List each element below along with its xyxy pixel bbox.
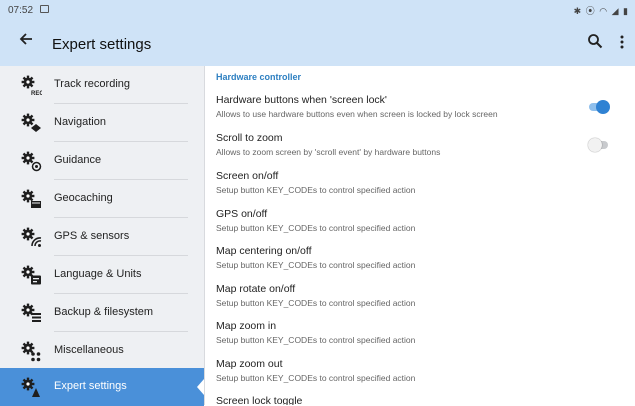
svg-text:REC: REC [31,91,42,96]
setting-map-rotate-on-off[interactable]: Map rotate on/off Setup button KEY_CODEs… [216,283,616,309]
status-icons: ✱ ⦿ ◠ ◢ ▮ [574,4,629,17]
setting-title: Map zoom out [216,358,283,370]
hardware-buttons-screen-lock-toggle[interactable] [588,100,610,114]
gps-sensors-icon [21,227,42,247]
search-icon[interactable] [587,33,603,54]
setting-title: GPS on/off [216,208,268,220]
sidebar-item-label: Language & Units [54,268,142,280]
toggle-thumb [588,138,602,152]
sidebar-item-label: Expert settings [54,380,127,392]
setting-screen-on-off[interactable]: Screen on/off Setup button KEY_CODEs to … [216,170,616,196]
sidebar-item-backup-filesystem[interactable]: Backup & filesystem [0,294,204,332]
sidebar-item-gps-sensors[interactable]: GPS & sensors [0,218,204,256]
sidebar-item-label: Track recording [54,78,131,90]
setting-map-centering-on-off[interactable]: Map centering on/off Setup button KEY_CO… [216,245,616,271]
location-icon: ⦿ [585,6,596,16]
sidebar-item-guidance[interactable]: Guidance [0,142,204,180]
setting-gps-on-off[interactable]: GPS on/off Setup button KEY_CODEs to con… [216,208,616,234]
track-recording-icon: REC [21,75,42,96]
setting-subtitle: Setup button KEY_CODEs to control specif… [216,223,416,233]
navigation-icon [21,113,41,132]
status-bar: 07:52 ✱ ⦿ ◠ ◢ ▮ [0,0,635,22]
gallery-icon [40,5,49,13]
sidebar-item-navigation[interactable]: Navigation [0,104,204,142]
more-vert-icon[interactable] [619,35,625,54]
sidebar-item-geocaching[interactable]: Geocaching [0,180,204,218]
toggle-thumb [596,100,610,114]
setting-subtitle: Setup button KEY_CODEs to control specif… [216,298,416,308]
bluetooth-icon: ✱ [573,6,583,16]
settings-sidebar: REC Track recording Navigation Guidance … [0,66,204,406]
wifi-icon: ◠ [599,6,609,16]
setting-hardware-buttons-screen-lock[interactable]: Hardware buttons when 'screen lock' Allo… [216,94,616,120]
app-bar: Expert settings [0,22,635,66]
expert-settings-icon [21,377,40,397]
signal-icon: ◢ [611,6,620,16]
sidebar-item-label: Miscellaneous [54,344,124,356]
setting-subtitle: Setup button KEY_CODEs to control specif… [216,335,416,345]
setting-subtitle: Setup button KEY_CODEs to control specif… [216,185,416,195]
setting-title: Scroll to zoom [216,132,283,144]
scroll-to-zoom-toggle[interactable] [588,138,610,152]
setting-subtitle: Allows to zoom screen by 'scroll event' … [216,147,441,157]
page-title: Expert settings [52,36,152,53]
language-units-icon [21,265,41,285]
setting-title: Screen lock toggle [216,395,303,405]
setting-title: Hardware buttons when 'screen lock' [216,94,387,106]
geocaching-icon [21,189,41,208]
setting-title: Map centering on/off [216,245,312,257]
setting-map-zoom-in[interactable]: Map zoom in Setup button KEY_CODEs to co… [216,320,616,346]
setting-map-zoom-out[interactable]: Map zoom out Setup button KEY_CODEs to c… [216,358,616,384]
sidebar-item-label: GPS & sensors [54,230,130,242]
guidance-icon [21,151,42,172]
sidebar-item-expert-settings[interactable]: Expert settings [0,368,204,406]
sidebar-item-track-recording[interactable]: REC Track recording [0,66,204,104]
setting-subtitle: Setup button KEY_CODEs to control specif… [216,260,416,270]
status-time: 07:52 [8,5,34,16]
back-arrow-icon[interactable] [18,31,34,52]
sidebar-item-miscellaneous[interactable]: Miscellaneous [0,332,204,370]
battery-icon: ▮ [623,6,629,16]
sidebar-item-language-units[interactable]: Language & Units [0,256,204,294]
sidebar-item-label: Geocaching [54,192,113,204]
setting-subtitle: Setup button KEY_CODEs to control specif… [216,373,416,383]
sidebar-item-label: Backup & filesystem [54,306,154,318]
sidebar-item-label: Navigation [54,116,106,128]
selection-indicator [197,379,204,395]
setting-title: Screen on/off [216,170,279,182]
sidebar-item-label: Guidance [54,154,102,166]
setting-screen-lock-toggle[interactable]: Screen lock toggle [216,395,616,405]
miscellaneous-icon [21,341,41,362]
setting-title: Map rotate on/off [216,283,296,295]
setting-title: Map zoom in [216,320,277,332]
backup-filesystem-icon [21,303,41,322]
setting-scroll-to-zoom[interactable]: Scroll to zoom Allows to zoom screen by … [216,132,616,158]
setting-subtitle: Allows to use hardware buttons even when… [216,109,498,119]
section-header: Hardware controller [216,72,302,82]
settings-content: Hardware controller Hardware buttons whe… [205,66,635,405]
